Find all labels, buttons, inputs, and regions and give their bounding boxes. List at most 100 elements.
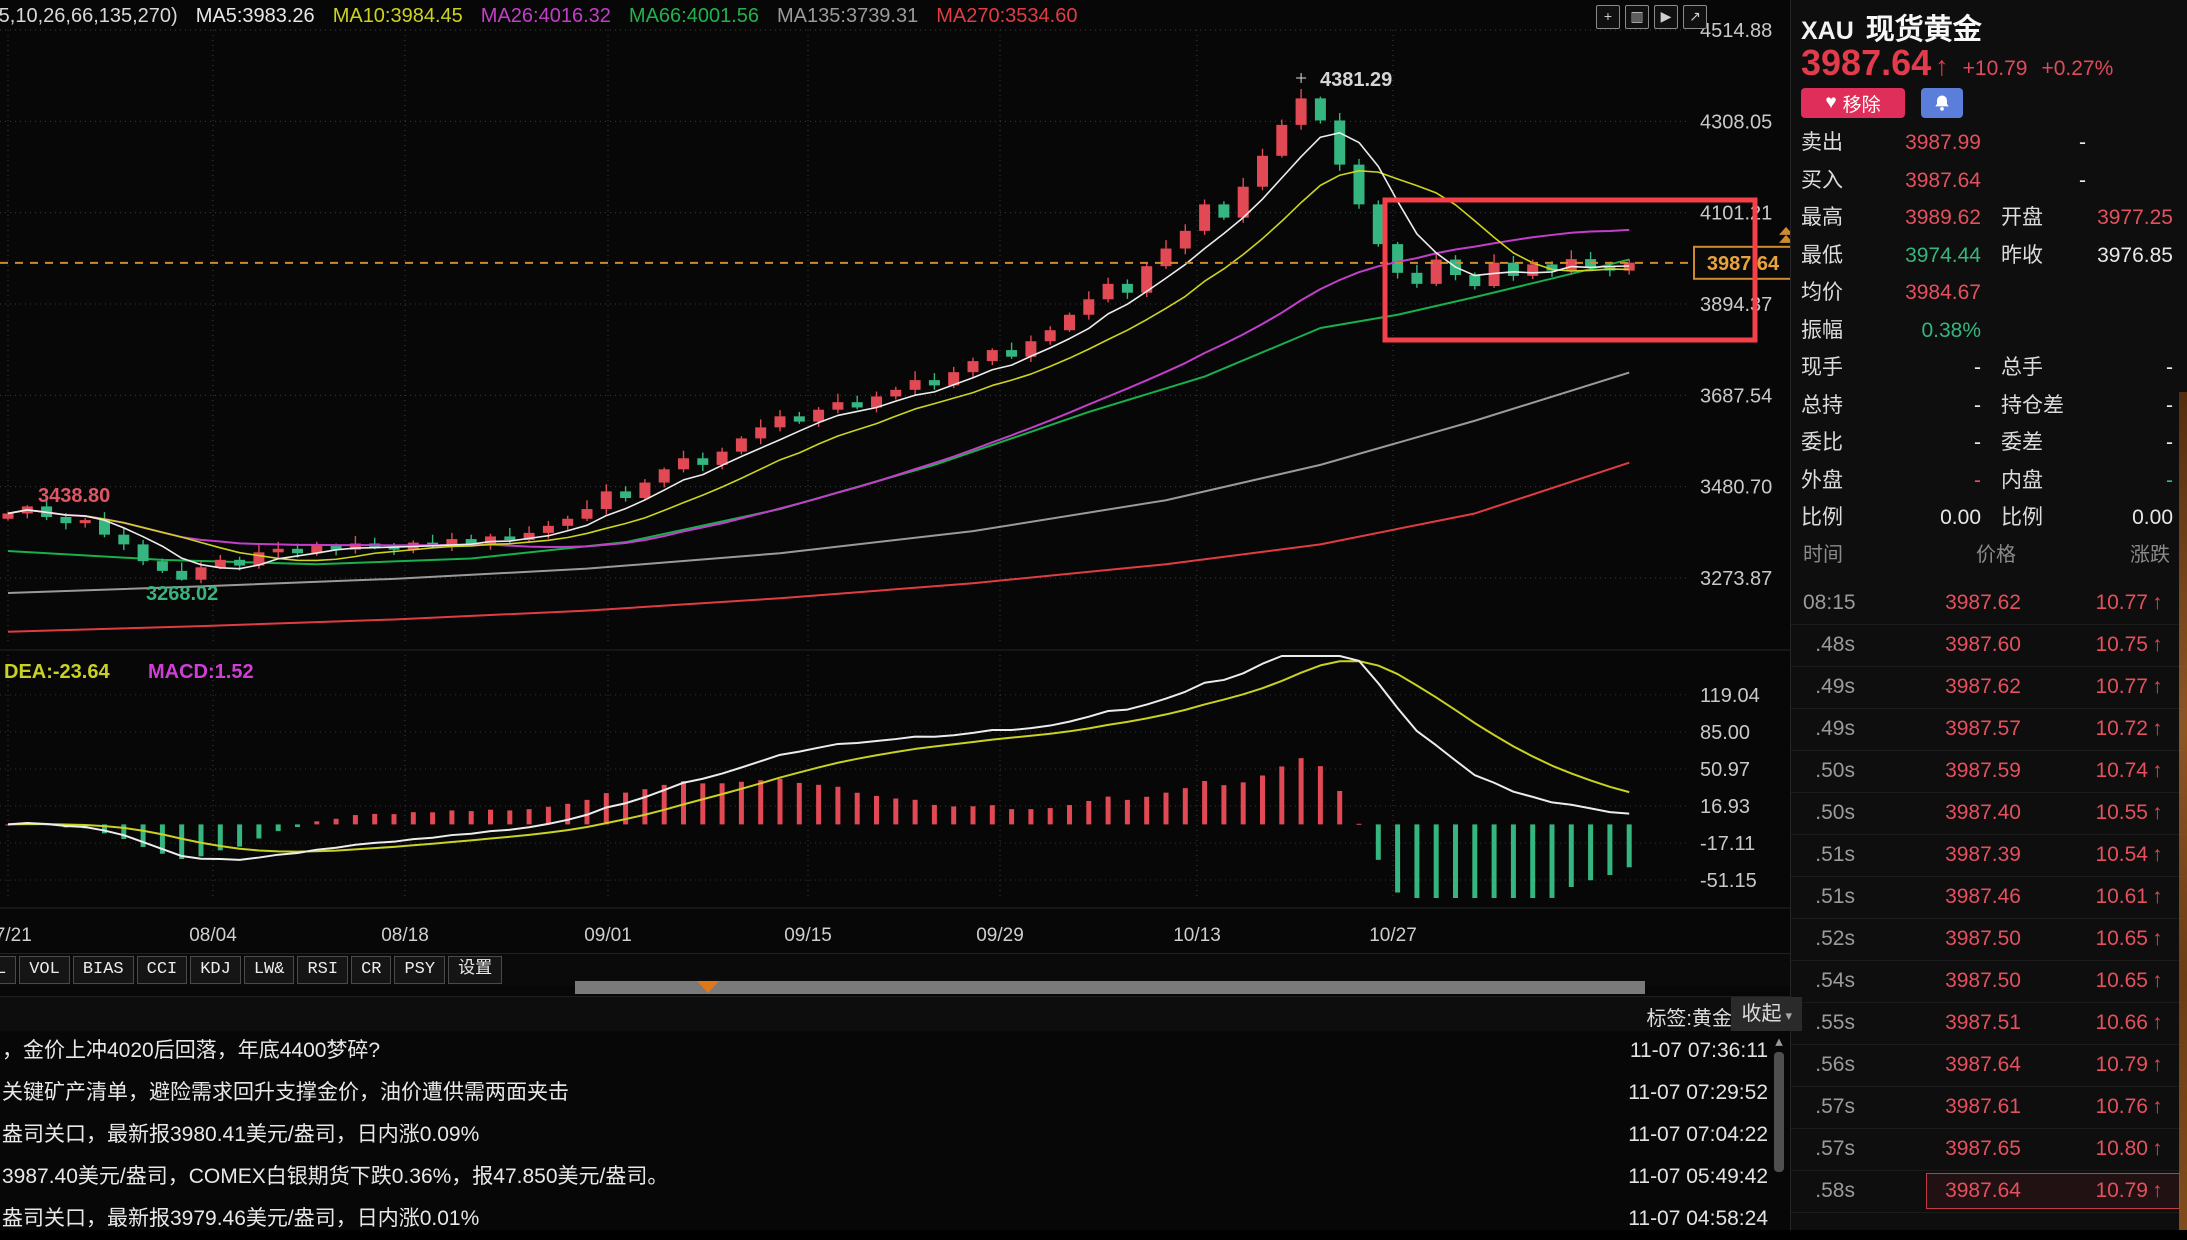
trade-change: 10.61 (2095, 876, 2148, 918)
up-arrow-icon: ↑ (2152, 708, 2176, 750)
trade-table-header: 时间 价格 涨跌 (1791, 540, 2187, 570)
candle-body (176, 571, 187, 580)
macd-bar (681, 781, 686, 824)
trade-change: 10.77 (2095, 582, 2148, 624)
macd-bar (1144, 797, 1149, 825)
news-item[interactable]: 盎司关口，最新报3979.46美元/盎司，日内涨0.01%11-07 04:58… (0, 1198, 1790, 1240)
trade-row[interactable]: .58s3987.6410.79↑ (1791, 1170, 2187, 1213)
up-arrow-icon: ↑ (1935, 51, 1949, 82)
tab-vol[interactable]: VOL (19, 956, 70, 984)
candle-body (1296, 98, 1307, 124)
trade-time: .56s (1803, 1044, 1855, 1086)
last-price-row: 3987.64 ↑ +10.79 +0.27% (1801, 42, 2113, 84)
symbol-code: XAU (1801, 17, 1854, 45)
news-item[interactable]: 关键矿产清单，避险需求回升支撑金价，油价遭供需两面夹击11-07 07:29:5… (0, 1072, 1790, 1114)
date-tick: 07/21 (0, 925, 32, 946)
panel-scrollbar[interactable] (2179, 392, 2187, 1230)
candle-body (1045, 330, 1056, 341)
trade-row[interactable]: .51s3987.4610.61↑ (1791, 876, 2187, 919)
macd-bar (237, 824, 242, 846)
candle-body (562, 519, 573, 526)
candle-body (890, 390, 901, 397)
trade-price: 3987.51 (1891, 1002, 2021, 1044)
trade-row[interactable]: .48s3987.6010.75↑ (1791, 624, 2187, 667)
trade-row[interactable]: .54s3987.5010.65↑ (1791, 960, 2187, 1003)
news-item[interactable]: 盎司关口，最新报3980.41美元/盎司，日内涨0.09%11-07 07:04… (0, 1114, 1790, 1156)
quote-field: 0.00 (1871, 499, 1981, 537)
candle-body (157, 561, 168, 571)
macd-bar (1530, 824, 1535, 898)
remove-favorite-button[interactable]: ♥移除 (1801, 88, 1905, 118)
candle-body (60, 517, 71, 523)
trade-row[interactable]: .55s3987.5110.66↑ (1791, 1002, 2187, 1045)
quote-field: - (1871, 349, 1981, 387)
tab-psy[interactable]: PSY (394, 956, 445, 984)
trade-row[interactable]: .50s3987.4010.55↑ (1791, 792, 2187, 835)
candle-body (987, 350, 998, 361)
trade-row[interactable]: .56s3987.6410.79↑ (1791, 1044, 2187, 1087)
trade-change: 10.66 (2095, 1002, 2148, 1044)
trade-change: 10.54 (2095, 834, 2148, 876)
tab-rsi[interactable]: RSI (297, 956, 348, 984)
trade-time: .54s (1803, 960, 1855, 1002)
candle-body (1006, 350, 1017, 357)
macd-bar (411, 812, 416, 824)
macd-bar (353, 815, 358, 824)
current-price-tag-text: 3987.64 (1707, 253, 1780, 275)
trade-time: .51s (1803, 834, 1855, 876)
candle-body (466, 539, 477, 543)
news-item[interactable]: 3987.40美元/盎司，COMEX白银期货下跌0.36%，报47.850美元/… (0, 1156, 1790, 1198)
scroll-up-icon[interactable]: ▴ (1772, 1032, 1786, 1050)
candle-body (736, 438, 747, 451)
tab-cut[interactable]: L (0, 956, 16, 984)
macd-axis-label: -51.15 (1700, 870, 1757, 892)
scrollbar-thumb[interactable] (1774, 1052, 1784, 1172)
trade-row[interactable]: .51s3987.3910.54↑ (1791, 834, 2187, 877)
trade-time: .50s (1803, 792, 1855, 834)
price-axis-label: 3894.37 (1700, 294, 1772, 316)
trade-row[interactable]: .57s3987.6510.80↑ (1791, 1128, 2187, 1171)
quote-field: 比例 (2001, 499, 2043, 537)
macd-bar (1164, 793, 1169, 825)
playback-icon[interactable]: ▶ (1654, 5, 1678, 29)
trade-row[interactable]: .49s3987.6210.77↑ (1791, 666, 2187, 709)
tab-cr[interactable]: CR (351, 956, 391, 984)
trade-row[interactable]: .57s3987.6110.76↑ (1791, 1086, 2187, 1129)
tab-bias[interactable]: BIAS (73, 956, 134, 984)
tab-settings[interactable]: 设置 (448, 956, 502, 984)
tab-cci[interactable]: CCI (137, 956, 188, 984)
chart-panel: 07/2108/0408/1809/0109/1509/2910/1310/27… (0, 0, 1790, 1230)
trade-row[interactable]: .49s3987.5710.72↑ (1791, 708, 2187, 751)
trade-row[interactable]: 08:153987.6210.77↑ (1791, 582, 2187, 625)
up-arrow-icon: ↑ (2152, 834, 2176, 876)
news-timestamp: 11-07 05:49:42 (1628, 1156, 1768, 1198)
price-axis-label: 4308.05 (1700, 111, 1772, 133)
candle-body (138, 544, 149, 561)
trading-terminal: 07/2108/0408/1809/0109/1509/2910/1310/27… (0, 0, 2187, 1230)
news-headline: ，金价上冲4020后回落，年底4400梦碎? (2, 1030, 380, 1072)
trade-row[interactable]: .50s3987.5910.74↑ (1791, 750, 2187, 793)
news-scrollbar[interactable]: ▴ (1772, 1032, 1786, 1230)
tab-lw[interactable]: LW& (244, 956, 295, 984)
up-arrow-icon: ↑ (2152, 876, 2176, 918)
quote-field: 3976.85 (2071, 237, 2173, 275)
quote-field: 最低 (1801, 237, 1843, 275)
trade-row[interactable]: .52s3987.5010.65↑ (1791, 918, 2187, 961)
news-headline: 关键矿产清单，避险需求回升支撑金价，油价遭供需两面夹击 (2, 1072, 569, 1114)
export-icon[interactable]: ↗ (1683, 5, 1707, 29)
trade-time: .58s (1803, 1170, 1855, 1212)
candlestick-chart[interactable]: 07/2108/0408/1809/0109/1509/2910/1310/27… (0, 0, 1790, 952)
chart-horizontal-scrollbar[interactable] (575, 981, 1645, 994)
macd-bar (1569, 824, 1574, 887)
macd-bar (797, 783, 802, 824)
pane-layout-icon[interactable]: ▥ (1625, 5, 1649, 29)
crosshair-icon[interactable]: + (1596, 5, 1620, 29)
price-alert-button[interactable] (1921, 88, 1963, 118)
tab-kdj[interactable]: KDJ (190, 956, 241, 984)
news-collapse-button[interactable]: 收起▾ (1731, 997, 1802, 1031)
quote-field: - (2071, 424, 2173, 462)
candle-body (1315, 98, 1326, 120)
candle-body (543, 526, 554, 533)
news-item[interactable]: ，金价上冲4020后回落，年底4400梦碎?11-07 07:36:11 (0, 1030, 1790, 1072)
candle-body (504, 536, 515, 540)
